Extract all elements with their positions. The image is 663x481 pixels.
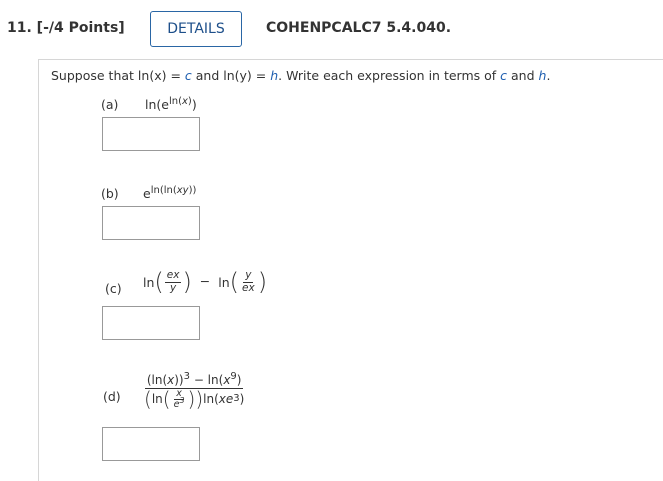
header-divider	[38, 59, 663, 60]
part-b-expression: eln(ln(xy))	[143, 184, 197, 201]
variable-c: c	[500, 68, 508, 83]
part-d-expression: (ln(x))3 − ln(x9) (ln(x e3)) ln(xe 3)	[144, 371, 245, 412]
part-d-answer-field[interactable]	[102, 427, 200, 461]
variable-h: h	[270, 68, 279, 83]
part-a-label: (a)	[101, 97, 119, 112]
part-a-expression: ln(eln(x))	[145, 95, 197, 112]
variable-c: c	[184, 68, 192, 83]
left-border	[38, 60, 39, 481]
part-b-label: (b)	[101, 186, 119, 201]
prompt-text: and	[507, 68, 539, 83]
part-c-answer-field[interactable]	[102, 306, 200, 340]
part-d-label: (d)	[103, 389, 121, 404]
prompt-text: .	[546, 68, 551, 83]
part-a-answer-field[interactable]	[102, 117, 200, 151]
problem-prompt: Suppose that ln(x) = c and ln(y) = h. Wr…	[51, 68, 550, 83]
prompt-text: Suppose that	[51, 68, 138, 83]
prompt-text: and ln(y) =	[191, 68, 271, 83]
details-button[interactable]: DETAILS	[150, 11, 242, 47]
prompt-text: ln(x) =	[137, 68, 185, 83]
problem-code: COHENPCALC7 5.4.040.	[266, 20, 452, 36]
prompt-text: . Write each expression in terms of	[278, 68, 501, 83]
part-b-answer-field[interactable]	[102, 206, 200, 240]
part-c-expression: ln(ex y) − ln(y ex)	[143, 268, 268, 296]
question-header: 11. [-/4 Points] DETAILS COHENPCALC7 5.4…	[0, 0, 663, 60]
question-number: 11. [-/4 Points]	[7, 20, 125, 36]
part-c-label: (c)	[105, 281, 122, 296]
